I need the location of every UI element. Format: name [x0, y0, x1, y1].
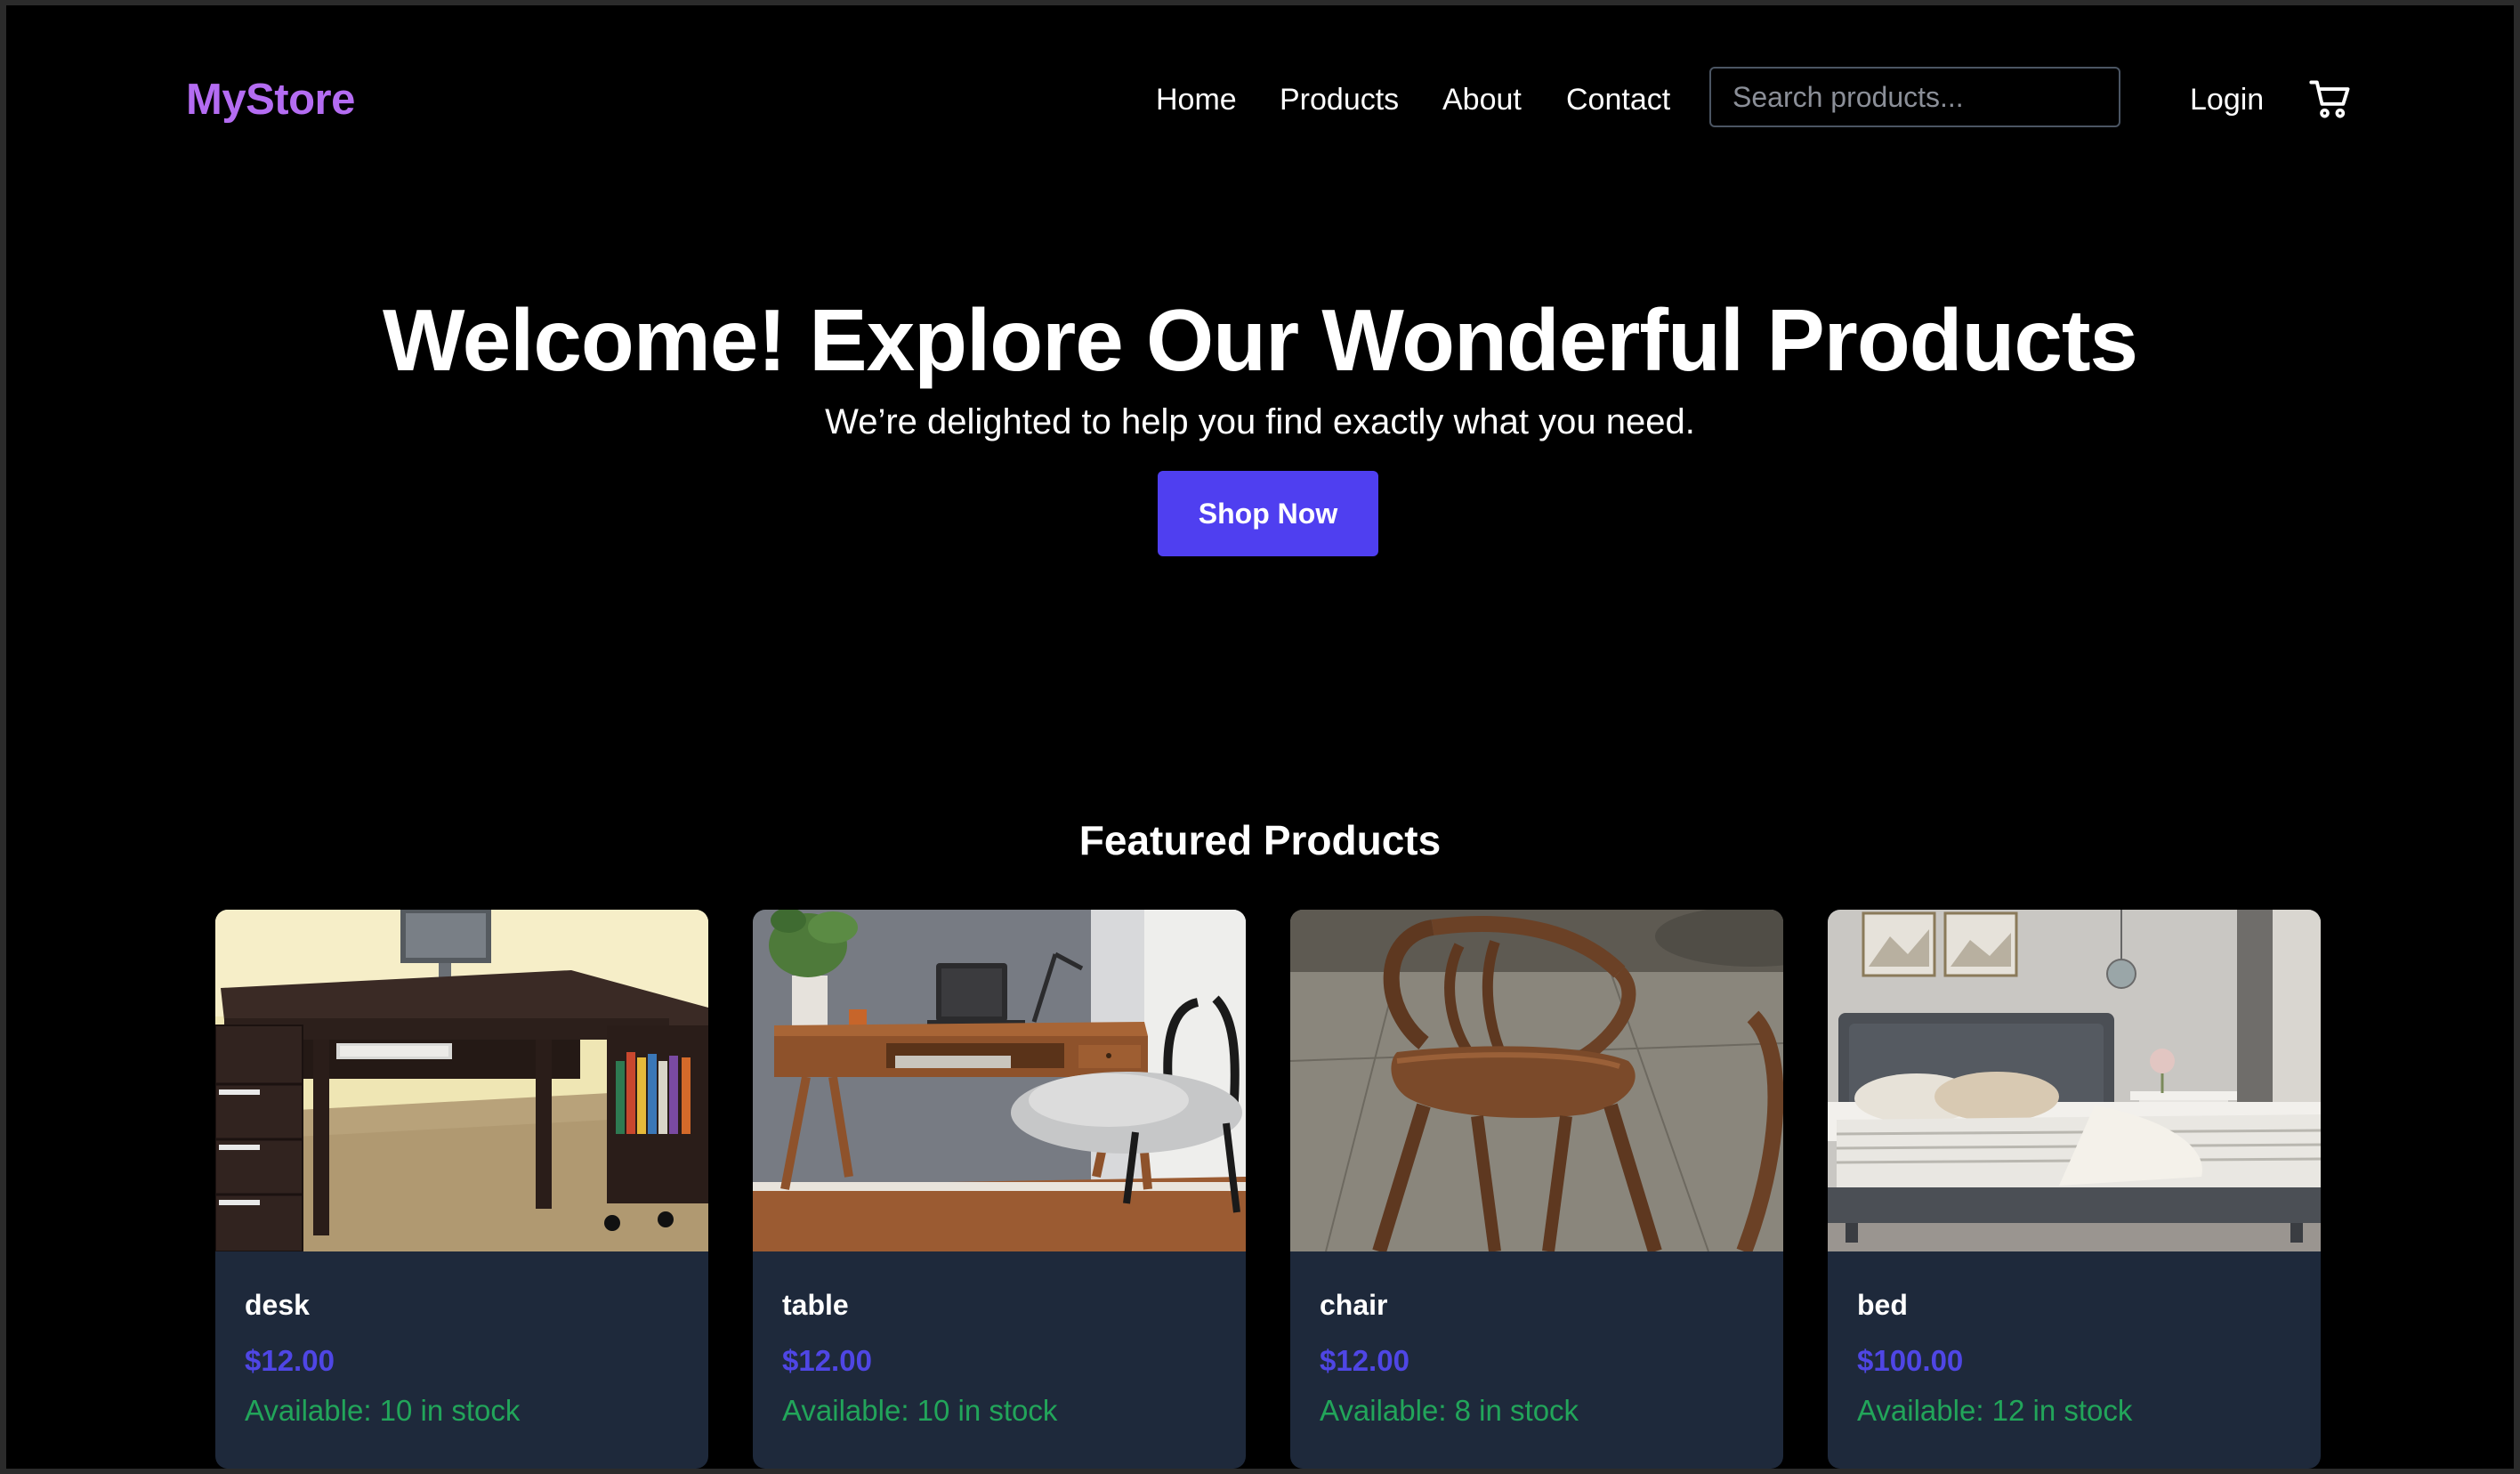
- product-price: $100.00: [1857, 1344, 1964, 1377]
- product-name: desk: [245, 1289, 310, 1321]
- product-stock: Available: 8 in stock: [1320, 1394, 1579, 1427]
- hero-title: Welcome! Explore Our Wonderful Products: [382, 291, 2138, 389]
- product-price: $12.00: [245, 1344, 335, 1377]
- search-input[interactable]: [1709, 67, 2120, 127]
- chair-product-image: [1290, 910, 1783, 1251]
- product-card-desk[interactable]: desk $12.00 Available: 10 in stock: [215, 910, 708, 1469]
- nav-link-home[interactable]: Home: [1156, 80, 1237, 119]
- product-name: table: [782, 1289, 849, 1321]
- nav-link-products[interactable]: Products: [1280, 80, 1399, 119]
- navbar: MyStore Home Products About Contact Logi…: [6, 5, 2514, 192]
- hero-subtitle: We’re delighted to help you find exactly…: [825, 402, 1695, 441]
- featured-products-heading: Featured Products: [1078, 817, 1442, 863]
- product-name: chair: [1320, 1289, 1388, 1321]
- desk-product-image: [215, 910, 708, 1251]
- app-window: MyStore Home Products About Contact Logi…: [6, 5, 2514, 1469]
- table-product-image: [753, 910, 1246, 1251]
- product-stock: Available: 12 in stock: [1857, 1394, 2133, 1427]
- nav-link-contact[interactable]: Contact: [1566, 80, 1670, 119]
- store-logo[interactable]: MyStore: [186, 73, 355, 126]
- shop-now-button[interactable]: Shop Now: [1158, 471, 1378, 556]
- shopping-cart-icon[interactable]: [2307, 77, 2354, 123]
- product-card-chair[interactable]: chair $12.00 Available: 8 in stock: [1290, 910, 1783, 1469]
- nav-link-about[interactable]: About: [1442, 80, 1522, 119]
- bed-product-image: [1828, 910, 2321, 1251]
- product-card-bed[interactable]: bed $100.00 Available: 12 in stock: [1828, 910, 2321, 1469]
- product-name: bed: [1857, 1289, 1908, 1321]
- product-stock: Available: 10 in stock: [245, 1394, 521, 1427]
- login-link[interactable]: Login: [2190, 80, 2264, 119]
- product-stock: Available: 10 in stock: [782, 1394, 1058, 1427]
- product-price: $12.00: [782, 1344, 872, 1377]
- product-price: $12.00: [1320, 1344, 1409, 1377]
- product-card-table[interactable]: table $12.00 Available: 10 in stock: [753, 910, 1246, 1469]
